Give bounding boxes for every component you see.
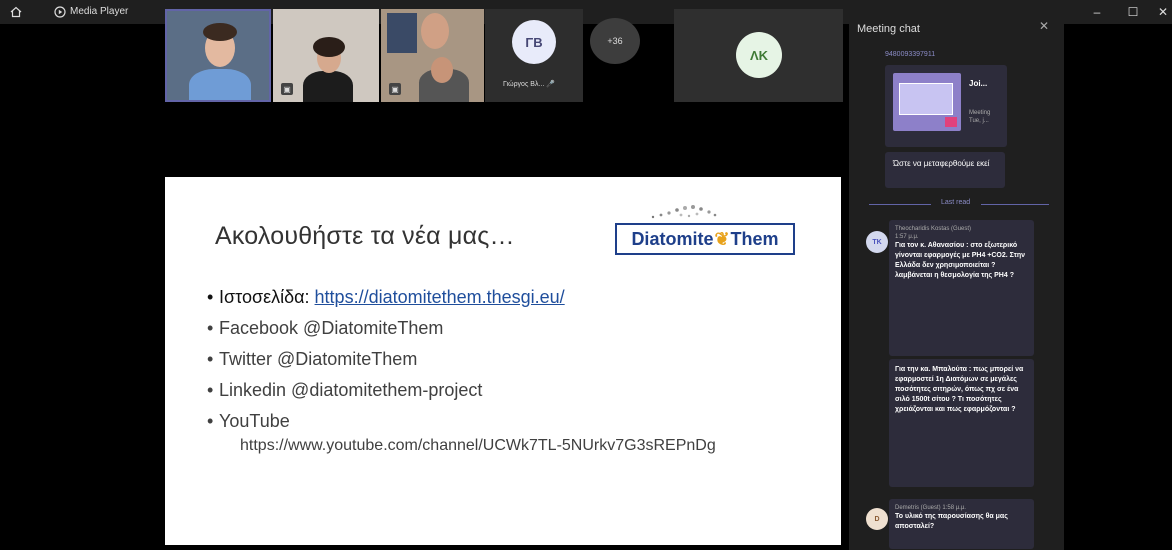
- meeting-link-id[interactable]: 9480093397911: [885, 51, 935, 58]
- person-silhouette: [303, 71, 353, 102]
- message-body: Το υλικό της παρουσίασης θα μας αποσταλε…: [895, 513, 1008, 530]
- logo-grain-graphic: [651, 205, 717, 219]
- window-title: Media Player: [70, 6, 129, 17]
- diatomite-logo: Diatomite ❦ Them: [615, 201, 795, 261]
- avatar-demetris[interactable]: D: [866, 508, 888, 530]
- chat-message: Ώστε να μεταφερθούμε εκεί: [885, 152, 1005, 188]
- empty-area: [1064, 24, 1172, 550]
- meeting-chat-panel: Meeting chat ✕ 9480093397911 Joi... Meet…: [849, 9, 1064, 550]
- participant-name: Γιώργος Βλ... 🎤: [503, 81, 555, 88]
- meeting-card[interactable]: Joi... Meeting Tue, j...: [885, 65, 1007, 147]
- youtube-url[interactable]: https://www.youtube.com/channel/UCWk7TL-…: [240, 437, 716, 455]
- logo-word-them: Them: [730, 228, 779, 249]
- person-silhouette: [189, 69, 251, 100]
- mic-off-icon: ▣: [281, 83, 293, 95]
- avatar-theocharidis[interactable]: TK: [866, 231, 888, 253]
- minimize-button[interactable]: –: [1078, 0, 1116, 24]
- avatar-gb[interactable]: ΓΒ: [512, 20, 556, 64]
- mic-off-icon: ▣: [389, 83, 401, 95]
- home-icon[interactable]: [8, 4, 24, 20]
- logo-wordmark: Diatomite ❦ Them: [615, 223, 795, 255]
- message-body: Για την κα. Μπαλούτα : πως μπορεί να εφα…: [895, 366, 1024, 413]
- list-item-facebook: • Facebook @DiatomiteThem: [207, 318, 444, 338]
- list-item-youtube: • YouTube: [207, 411, 290, 431]
- list-item-website: • Ιστοσελίδα: https://diatomitethem.thesg…: [207, 287, 565, 307]
- chat-message: Demetris (Guest) 1:58 μ.μ. Το υλικό της …: [889, 499, 1034, 549]
- message-sender: Theocharidis Kostas (Guest): [895, 226, 972, 232]
- wheat-icon: ❦: [714, 228, 730, 249]
- logo-word-diatomite: Diatomite: [631, 228, 714, 249]
- media-player-icon: [52, 4, 68, 20]
- person-hair: [203, 23, 237, 41]
- meeting-card-subtitle: Meeting Tue, j...: [969, 110, 991, 124]
- more-participants-badge[interactable]: +36: [590, 18, 640, 64]
- person-hair: [313, 37, 345, 57]
- video-tile-participant[interactable]: ▣: [273, 9, 379, 102]
- video-tile-participant[interactable]: ▣: [381, 9, 484, 102]
- list-item-linkedin: • Linkedin @diatomitethem-project: [207, 380, 483, 400]
- message-sender-line: Demetris (Guest) 1:58 μ.μ.: [895, 505, 966, 511]
- slide-title: Ακολουθήστε τα νέα μας…: [215, 222, 515, 250]
- message-time: 1:57 μ.μ.: [895, 234, 919, 240]
- background-art: [387, 13, 417, 53]
- last-read-divider: Last read: [869, 199, 1049, 209]
- chat-message: Theocharidis Kostas (Guest) 1:57 μ.μ. Γι…: [889, 220, 1034, 356]
- person-head: [421, 13, 449, 49]
- list-item-twitter: • Twitter @DiatomiteThem: [207, 349, 418, 369]
- close-chat-button[interactable]: ✕: [1039, 19, 1049, 33]
- chat-message: Για την κα. Μπαλούτα : πως μπορεί να εφα…: [889, 359, 1034, 487]
- person-head: [431, 57, 453, 83]
- meeting-thumbnail: [893, 73, 961, 131]
- video-tile-speaker[interactable]: [165, 9, 271, 102]
- website-link[interactable]: https://diatomitethem.thesgi.eu/: [315, 287, 565, 307]
- message-body: Για τον κ. Αθανασίου : στο εξωτερικό γίν…: [895, 242, 1026, 279]
- shared-slide: Ακολουθήστε τα νέα μας… Diatomite ❦ Them •…: [165, 177, 841, 545]
- social-links-list: • Ιστοσελίδα: https://diatomitethem.thesg…: [207, 282, 565, 437]
- close-button[interactable]: ✕: [1144, 0, 1172, 24]
- meeting-card-title: Joi...: [969, 79, 988, 88]
- chat-title: Meeting chat: [857, 23, 920, 35]
- avatar-lk[interactable]: ΛΚ: [736, 32, 782, 78]
